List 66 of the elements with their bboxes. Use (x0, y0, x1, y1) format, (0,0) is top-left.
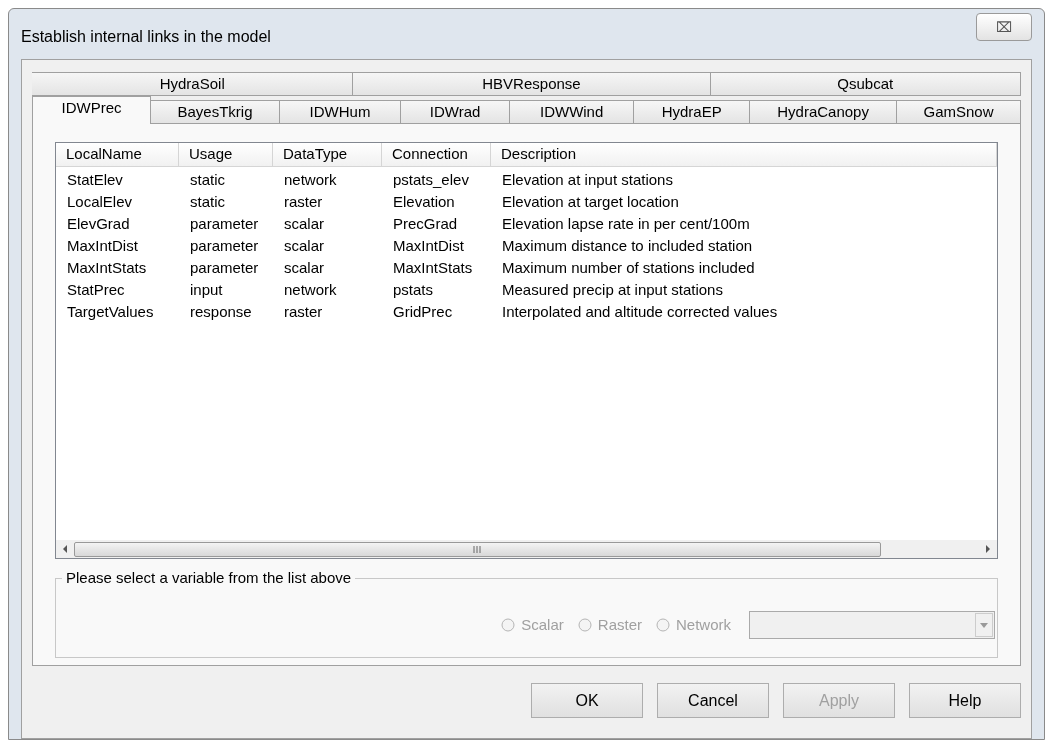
table-cell-text: Maximum distance to included station (501, 236, 754, 256)
table-cell-text: static (189, 192, 226, 212)
table-cell-text: MaxIntStats (66, 258, 148, 278)
table-cell-text: parameter (189, 236, 260, 256)
table-cell-text: PrecGrad (392, 214, 459, 234)
tab[interactable]: IDWWind (510, 100, 635, 124)
table-cell-text: parameter (189, 258, 260, 278)
table-cell-text: parameter (189, 214, 260, 234)
table-cell-text: pstats (392, 280, 435, 300)
table-cell-text: TargetValues (66, 302, 155, 322)
dialog-button[interactable]: Help (909, 683, 1021, 718)
table-cell-text: MaxIntStats (392, 258, 474, 278)
table-cell-text: pstats_elev (392, 170, 470, 190)
scrollbar-thumb[interactable] (74, 541, 881, 557)
table-cell-text: network (283, 170, 338, 190)
table-cell-text: MaxIntDist (66, 236, 139, 256)
dialog-button[interactable]: Cancel (657, 683, 769, 718)
tab[interactable]: Qsubcat (710, 72, 1021, 96)
radio-circle-icon (577, 618, 592, 632)
tab[interactable]: HBVResponse (353, 72, 711, 96)
grip-icon (473, 545, 482, 553)
variable-list[interactable] (55, 142, 998, 559)
scroll-left-icon[interactable] (61, 545, 69, 553)
table-cell-text: static (189, 170, 226, 190)
table-cell-text: MaxIntDist (392, 236, 465, 256)
table-cell-text: raster (283, 192, 324, 212)
table-cell-text: raster (283, 302, 324, 322)
tab[interactable]: IDWHum (280, 100, 401, 124)
table-cell-text: LocalElev (66, 192, 134, 212)
tab[interactable]: IDWrad (401, 100, 511, 124)
tab[interactable]: GamSnow (897, 100, 1021, 124)
radio-circle-icon (656, 618, 670, 632)
table-cell-text: Maximum number of stations included (501, 258, 756, 278)
table-cell-text: Elevation (392, 192, 456, 212)
scroll-right-icon[interactable] (984, 545, 992, 553)
tab[interactable]: IDWPrec (32, 96, 152, 124)
table-cell-text: input (189, 280, 224, 300)
column-header[interactable]: Usage (179, 143, 273, 167)
table-cell-text: network (283, 280, 338, 300)
table-cell-text: StatPrec (66, 280, 126, 300)
table-cell-text: Elevation at target location (501, 192, 680, 212)
table-cell-text: StatElev (66, 170, 124, 190)
tab[interactable]: BayesTkrig (151, 100, 280, 124)
column-header[interactable]: LocalName (56, 143, 179, 167)
dialog-button[interactable]: OK (531, 683, 643, 718)
tab[interactable]: HydraSoil (32, 72, 354, 96)
table-cell-text: scalar (283, 258, 325, 278)
table-cell-text: Elevation lapse rate in per cent/100m (501, 214, 751, 234)
table-cell-text: GridPrec (392, 302, 454, 322)
table-cell-text: ElevGrad (66, 214, 131, 234)
table-cell-text: Elevation at input stations (501, 170, 674, 190)
table-cell-text: scalar (283, 214, 325, 234)
column-header[interactable]: DataType (273, 143, 382, 167)
caret-icon (980, 622, 988, 628)
table-cell-text: Measured precip at input stations (501, 280, 724, 300)
close-button[interactable]: ⌧ (976, 13, 1032, 41)
table-cell-text: response (189, 302, 253, 322)
tab[interactable]: HydraCanopy (750, 100, 897, 124)
window-title: Establish internal links in the model (21, 27, 271, 47)
radio-circle-icon (501, 618, 516, 632)
tab[interactable]: HydraEP (634, 100, 751, 124)
column-header[interactable]: Connection (382, 143, 491, 167)
table-cell-text: scalar (283, 236, 325, 256)
column-header[interactable]: Description (491, 143, 997, 167)
table-cell-text: Interpolated and altitude corrected values (501, 302, 779, 322)
horizontal-scrollbar[interactable] (56, 540, 997, 558)
